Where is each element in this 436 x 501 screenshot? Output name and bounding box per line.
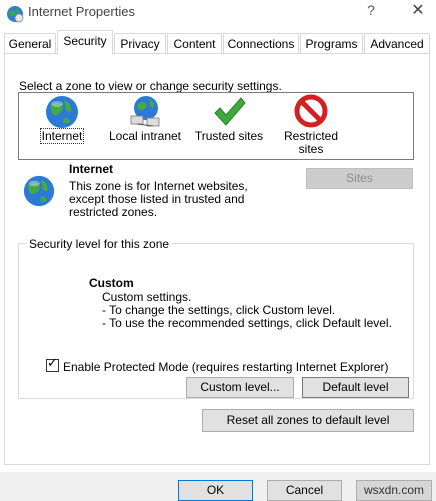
close-button[interactable]: ✕ <box>404 0 432 24</box>
zone-prompt: Select a zone to view or change security… <box>19 79 282 93</box>
tab-security[interactable]: Security <box>57 30 113 54</box>
checkmark-icon: ✓ <box>47 355 58 370</box>
selected-zone-name: Internet <box>69 162 114 176</box>
zone-trusted-sites-label: Trusted sites <box>194 129 264 143</box>
help-button[interactable]: ? <box>360 2 382 22</box>
checkmark-icon <box>211 94 247 130</box>
security-level-description: Custom settings. - To change the setting… <box>102 291 392 330</box>
selected-zone-description: This zone is for Internet websites, exce… <box>69 179 248 219</box>
tab-connections[interactable]: Connections <box>223 33 299 53</box>
ok-button[interactable]: OK <box>178 480 253 501</box>
tab-content[interactable]: Content <box>167 33 222 53</box>
tab-privacy[interactable]: Privacy <box>114 33 166 53</box>
prohibited-icon <box>293 94 329 130</box>
reset-all-zones-button[interactable]: Reset all zones to default level <box>202 409 414 432</box>
security-level-line: - To use the recommended settings, click… <box>102 316 392 330</box>
zone-internet-label: Internet <box>39 128 85 144</box>
default-level-button[interactable]: Default level <box>302 377 409 398</box>
protected-mode-label[interactable]: Enable Protected Mode (requires restarti… <box>63 360 389 374</box>
selected-zone-globe-icon <box>22 174 56 208</box>
zone-restricted-sites-label: Restricted sites <box>283 129 339 156</box>
network-globe-icon <box>127 94 163 130</box>
zone-local-intranet-label: Local intranet <box>108 129 182 143</box>
sites-button[interactable]: Sites <box>306 168 413 189</box>
apply-button[interactable]: wsxdn.com <box>356 480 432 501</box>
tab-programs[interactable]: Programs <box>300 33 363 53</box>
window-title: Internet Properties <box>28 4 135 19</box>
cancel-button[interactable]: Cancel <box>267 480 342 501</box>
security-level-legend: Security level for this zone <box>26 237 173 251</box>
zone-internet[interactable]: Internet <box>22 94 102 144</box>
security-level-name: Custom <box>89 276 134 290</box>
tab-general[interactable]: General <box>4 33 56 53</box>
custom-level-button[interactable]: Custom level... <box>186 377 294 398</box>
tab-advanced[interactable]: Advanced <box>364 33 430 53</box>
zone-restricted-sites[interactable]: Restricted sites <box>271 94 351 156</box>
zone-local-intranet[interactable]: Local intranet <box>105 94 185 143</box>
globe-icon <box>44 94 80 130</box>
internet-properties-icon <box>6 5 24 23</box>
zone-trusted-sites[interactable]: Trusted sites <box>189 94 269 143</box>
